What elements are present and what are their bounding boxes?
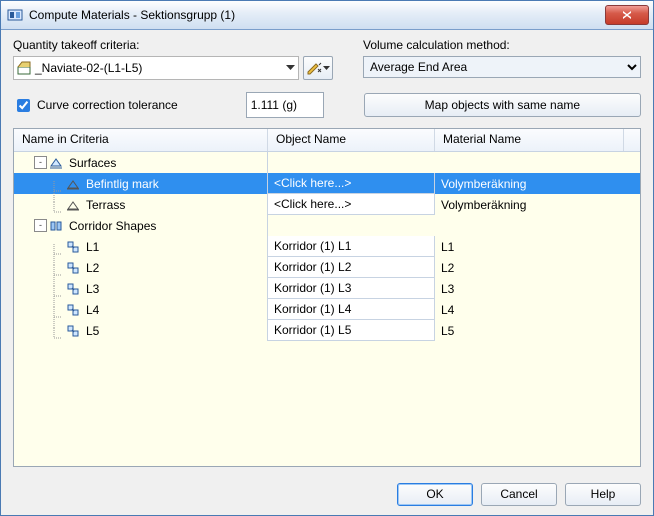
shape-icon: [66, 324, 80, 338]
object-name-cell[interactable]: <Click here...>: [268, 194, 435, 215]
tree-item-row[interactable]: L1Korridor (1) L1L1: [14, 236, 640, 257]
titlebar: Compute Materials - Sektionsgrupp (1): [1, 1, 653, 30]
shape-icon: [66, 261, 80, 275]
qto-criteria-label: Quantity takeoff criteria:: [13, 38, 333, 52]
tree-node-label: Corridor Shapes: [69, 219, 156, 233]
tree-item-row[interactable]: Befintlig mark <Click here...>Volymberäkn…: [14, 173, 640, 194]
tree-expander[interactable]: -: [34, 156, 47, 169]
material-name-cell[interactable]: Volymberäkning: [435, 194, 640, 215]
tree-node-label: Terrass: [86, 198, 125, 212]
volume-method-dropdown[interactable]: Average End Area: [363, 56, 641, 78]
tree-node-label: Surfaces: [69, 156, 116, 170]
object-name-cell[interactable]: Korridor (1) L1: [268, 236, 435, 257]
grid-header: Name in Criteria Object Name Material Na…: [14, 129, 640, 152]
col-header-object[interactable]: Object Name: [268, 129, 435, 151]
tree-item-row[interactable]: Terrass <Click here...>Volymberäkning: [14, 194, 640, 215]
dialog-content: Quantity takeoff criteria: _Naviate-02-(…: [1, 30, 653, 473]
map-objects-button[interactable]: Map objects with same name: [364, 93, 641, 117]
tree-item-row[interactable]: L4Korridor (1) L4L4: [14, 299, 640, 320]
curve-correction-check-input[interactable]: [17, 99, 30, 112]
tree-item-row[interactable]: L3Korridor (1) L3L3: [14, 278, 640, 299]
qto-criteria-edit-button[interactable]: [303, 56, 333, 80]
material-name-cell[interactable]: L5: [435, 320, 640, 341]
shape-icon: [66, 240, 80, 254]
tree-node-label: L3: [86, 282, 99, 296]
chevron-down-icon: [323, 66, 330, 71]
materials-grid: Name in Criteria Object Name Material Na…: [13, 128, 641, 467]
dialog-window: Compute Materials - Sektionsgrupp (1) Qu…: [0, 0, 654, 516]
surface-icon: [66, 177, 80, 191]
curve-correction-label: Curve correction tolerance: [37, 98, 178, 112]
tree-node-label: Befintlig mark: [86, 177, 159, 191]
object-name-cell[interactable]: Korridor (1) L3: [268, 278, 435, 299]
tree-node-label: L4: [86, 303, 99, 317]
tree-item-row[interactable]: L2Korridor (1) L2L2: [14, 257, 640, 278]
grid-body[interactable]: - Surfaces Befintlig mark <Click here...>Vo…: [14, 152, 640, 466]
surface-icon: [66, 198, 80, 212]
dialog-footer: OK Cancel Help: [1, 473, 653, 515]
tree-node-label: L2: [86, 261, 99, 275]
pencil-icon: [306, 60, 322, 76]
tree-item-row[interactable]: L5Korridor (1) L5L5: [14, 320, 640, 341]
dropdown-arrow-icon: [286, 65, 295, 71]
window-close-button[interactable]: [605, 5, 649, 25]
material-name-cell[interactable]: L1: [435, 236, 640, 257]
col-header-material[interactable]: Material Name: [435, 129, 624, 151]
object-name-cell[interactable]: <Click here...>: [268, 173, 435, 194]
tree-expander[interactable]: -: [34, 219, 47, 232]
close-icon: [622, 11, 632, 19]
tree-group-row[interactable]: - Corridor Shapes: [14, 215, 640, 236]
material-name-cell[interactable]: Volymberäkning: [435, 173, 640, 194]
ok-button[interactable]: OK: [397, 483, 473, 506]
app-icon: [7, 7, 23, 23]
object-name-cell[interactable]: Korridor (1) L2: [268, 257, 435, 278]
shape-icon: [66, 282, 80, 296]
material-name-cell[interactable]: L3: [435, 278, 640, 299]
criteria-icon: [17, 61, 31, 75]
shape-icon: [66, 303, 80, 317]
tree-node-label: L5: [86, 324, 99, 338]
tree-node-label: L1: [86, 240, 99, 254]
volume-method-label: Volume calculation method:: [363, 38, 641, 52]
window-title: Compute Materials - Sektionsgrupp (1): [29, 8, 605, 22]
qto-criteria-value: _Naviate-02-(L1-L5): [35, 61, 142, 75]
material-name-cell[interactable]: L4: [435, 299, 640, 320]
object-name-cell[interactable]: Korridor (1) L5: [268, 320, 435, 341]
object-name-cell[interactable]: Korridor (1) L4: [268, 299, 435, 320]
col-header-name[interactable]: Name in Criteria: [14, 129, 268, 151]
curve-correction-checkbox[interactable]: Curve correction tolerance: [13, 96, 178, 115]
curve-correction-value-input[interactable]: [246, 92, 324, 118]
material-name-cell[interactable]: L2: [435, 257, 640, 278]
help-button[interactable]: Help: [565, 483, 641, 506]
qto-criteria-dropdown[interactable]: _Naviate-02-(L1-L5): [13, 56, 299, 80]
cancel-button[interactable]: Cancel: [481, 483, 557, 506]
tree-group-row[interactable]: - Surfaces: [14, 152, 640, 173]
surface-group-icon: [49, 156, 63, 170]
